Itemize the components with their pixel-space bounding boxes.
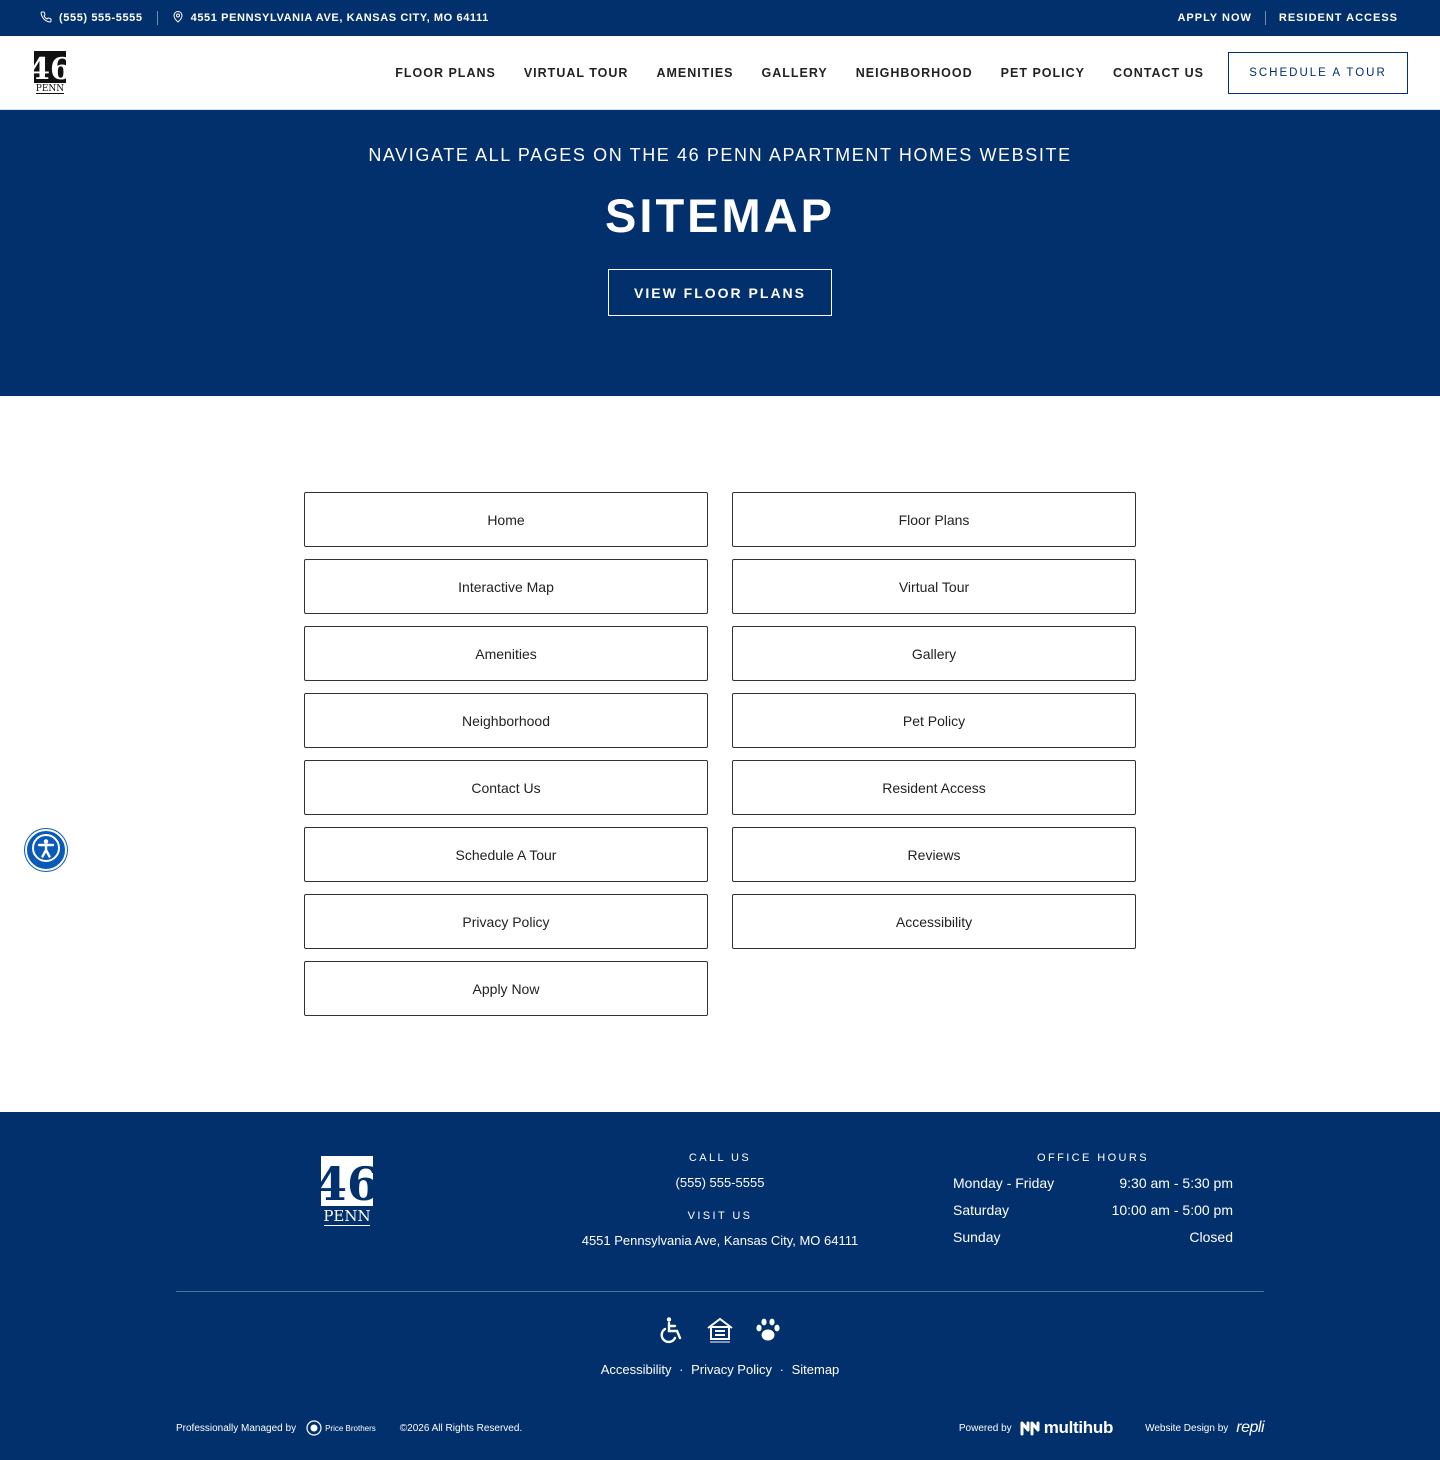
multihub-wordmark: multihub xyxy=(1043,1418,1114,1437)
sitemap-link-accessibility[interactable]: Accessibility xyxy=(732,894,1136,949)
wheelchair-icon xyxy=(657,1315,687,1345)
hours-row: Saturday 10:00 am - 5:00 pm xyxy=(953,1202,1233,1218)
topbar-address-link[interactable]: 4551 PENNSYLVANIA AVE, KANSAS CITY, MO 6… xyxy=(172,10,489,26)
price-brothers-name: Price Brothers xyxy=(325,1423,376,1433)
nav-amenities[interactable]: AMENITIES xyxy=(656,66,733,80)
repli-logo[interactable]: repli xyxy=(1236,1419,1264,1437)
sitemap-link-interactive-map[interactable]: Interactive Map xyxy=(304,559,708,614)
design-by-label: Website Design by xyxy=(1145,1422,1229,1434)
footer-address-link[interactable]: 4551 Pennsylvania Ave, Kansas City, MO 6… xyxy=(520,1233,920,1248)
footer-phone-link[interactable]: (555) 555-5555 xyxy=(520,1175,920,1190)
main-header: 46 PENN FLOOR PLANS VIRTUAL TOUR AMENITI… xyxy=(0,36,1440,110)
topbar-address: 4551 PENNSYLVANIA AVE, KANSAS CITY, MO 6… xyxy=(190,12,489,24)
visit-us-heading: VISIT US xyxy=(687,1210,753,1222)
paw-icon xyxy=(753,1315,783,1345)
svg-text:PENN: PENN xyxy=(36,84,65,94)
hours-day: Saturday xyxy=(953,1202,1010,1218)
contact-info: (555) 555-5555 4551 PENNSYLVANIA AVE, KA… xyxy=(40,0,489,36)
phone-icon xyxy=(40,10,52,26)
hours-time: 9:30 am - 5:30 pm xyxy=(1119,1175,1233,1191)
footer-logo[interactable]: 46 PENN xyxy=(315,1155,379,1231)
nav-floor-plans[interactable]: FLOOR PLANS xyxy=(395,66,496,80)
nav-neighborhood[interactable]: NEIGHBORHOOD xyxy=(856,66,973,80)
svg-text:46: 46 xyxy=(33,52,67,87)
footer-links: Accessibility · Privacy Policy · Sitemap xyxy=(0,1362,1440,1377)
copyright: ©2026 All Rights Reserved. xyxy=(399,1422,523,1434)
page-title: SITEMAP xyxy=(605,189,835,242)
multihub-icon xyxy=(1020,1421,1040,1436)
topbar-phone: (555) 555-5555 xyxy=(59,12,143,24)
office-hours-heading: OFFICE HOURS xyxy=(1037,1152,1149,1164)
top-utility-bar: (555) 555-5555 4551 PENNSYLVANIA AVE, KA… xyxy=(0,0,1440,36)
site-logo[interactable]: 46 PENN xyxy=(29,50,71,96)
sitemap-link-schedule-tour[interactable]: Schedule A Tour xyxy=(304,827,708,882)
topbar-phone-link[interactable]: (555) 555-5555 xyxy=(40,10,143,26)
sitemap-links: Home Floor Plans Interactive Map Virtual… xyxy=(304,492,1136,1016)
footer-accessibility-link[interactable]: Accessibility xyxy=(601,1362,672,1377)
schedule-tour-button[interactable]: SCHEDULE A TOUR xyxy=(1228,52,1408,94)
nav-contact-us[interactable]: CONTACT US xyxy=(1113,66,1204,80)
equal-housing-icon xyxy=(705,1315,735,1345)
powered-by-label: Powered by xyxy=(958,1422,1012,1434)
hero-banner: NAVIGATE ALL PAGES ON THE 46 PENN APARTM… xyxy=(0,110,1440,396)
sitemap-link-apply-now[interactable]: Apply Now xyxy=(304,961,708,1016)
sitemap-link-home[interactable]: Home xyxy=(304,492,708,547)
managed-by-label: Professionally Managed by xyxy=(176,1422,297,1434)
apply-now-link[interactable]: APPLY NOW xyxy=(1177,12,1251,24)
footer-divider xyxy=(176,1291,1264,1292)
sitemap-link-gallery[interactable]: Gallery xyxy=(732,626,1136,681)
hours-row: Monday - Friday 9:30 am - 5:30 pm xyxy=(953,1175,1233,1191)
sitemap-link-resident-access[interactable]: Resident Access xyxy=(732,760,1136,815)
nav-virtual-tour[interactable]: VIRTUAL TOUR xyxy=(524,66,629,80)
hero-eyebrow: NAVIGATE ALL PAGES ON THE 46 PENN APARTM… xyxy=(368,145,1072,165)
sitemap-link-pet-policy[interactable]: Pet Policy xyxy=(732,693,1136,748)
nav-pet-policy[interactable]: PET POLICY xyxy=(1001,66,1085,80)
price-brothers-icon xyxy=(306,1420,322,1436)
footer-credits-left: Professionally Managed by Price Brothers… xyxy=(176,1420,522,1436)
topbar-actions: APPLY NOW RESIDENT ACCESS xyxy=(1177,0,1398,36)
office-hours: OFFICE HOURS Monday - Friday 9:30 am - 5… xyxy=(953,1152,1233,1245)
svg-text:PENN: PENN xyxy=(323,1207,370,1225)
nav-gallery[interactable]: GALLERY xyxy=(762,66,828,80)
hours-day: Monday - Friday xyxy=(953,1175,1055,1191)
sitemap-link-reviews[interactable]: Reviews xyxy=(732,827,1136,882)
sitemap-link-floor-plans[interactable]: Floor Plans xyxy=(732,492,1136,547)
price-brothers-logo[interactable]: Price Brothers xyxy=(306,1420,376,1436)
site-footer: 46 PENN CALL US (555) 555-5555 VISIT US … xyxy=(0,1112,1440,1460)
hours-time: 10:00 am - 5:00 pm xyxy=(1111,1202,1233,1218)
divider xyxy=(156,11,158,25)
footer-credits-right: Powered by multihub Website Design by re… xyxy=(958,1418,1265,1438)
view-floor-plans-button[interactable]: VIEW FLOOR PLANS xyxy=(608,269,832,316)
sitemap-link-neighborhood[interactable]: Neighborhood xyxy=(304,693,708,748)
accessibility-widget-button[interactable] xyxy=(25,829,67,871)
sitemap-link-amenities[interactable]: Amenities xyxy=(304,626,708,681)
divider xyxy=(1264,11,1266,25)
multihub-logo[interactable]: multihub xyxy=(1020,1418,1113,1438)
hours-day: Sunday xyxy=(953,1229,1001,1245)
primary-nav: FLOOR PLANS VIRTUAL TOUR AMENITIES GALLE… xyxy=(395,36,1204,109)
resident-access-link[interactable]: RESIDENT ACCESS xyxy=(1279,12,1398,24)
footer-contact: CALL US (555) 555-5555 VISIT US 4551 Pen… xyxy=(520,1152,920,1248)
footer-privacy-link[interactable]: Privacy Policy xyxy=(691,1362,772,1377)
sitemap-link-virtual-tour[interactable]: Virtual Tour xyxy=(732,559,1136,614)
hours-time: Closed xyxy=(1189,1229,1233,1245)
svg-text:46: 46 xyxy=(320,1157,374,1211)
map-pin-icon xyxy=(172,10,184,26)
link-separator: · xyxy=(679,1362,684,1377)
call-us-heading: CALL US xyxy=(688,1152,752,1164)
accessibility-person-icon xyxy=(31,833,61,868)
hours-row: Sunday Closed xyxy=(953,1229,1233,1245)
footer-sitemap-link[interactable]: Sitemap xyxy=(792,1362,840,1377)
sitemap-link-contact-us[interactable]: Contact Us xyxy=(304,760,708,815)
compliance-icons xyxy=(0,1315,1440,1345)
link-separator: · xyxy=(779,1362,784,1377)
sitemap-link-privacy-policy[interactable]: Privacy Policy xyxy=(304,894,708,949)
